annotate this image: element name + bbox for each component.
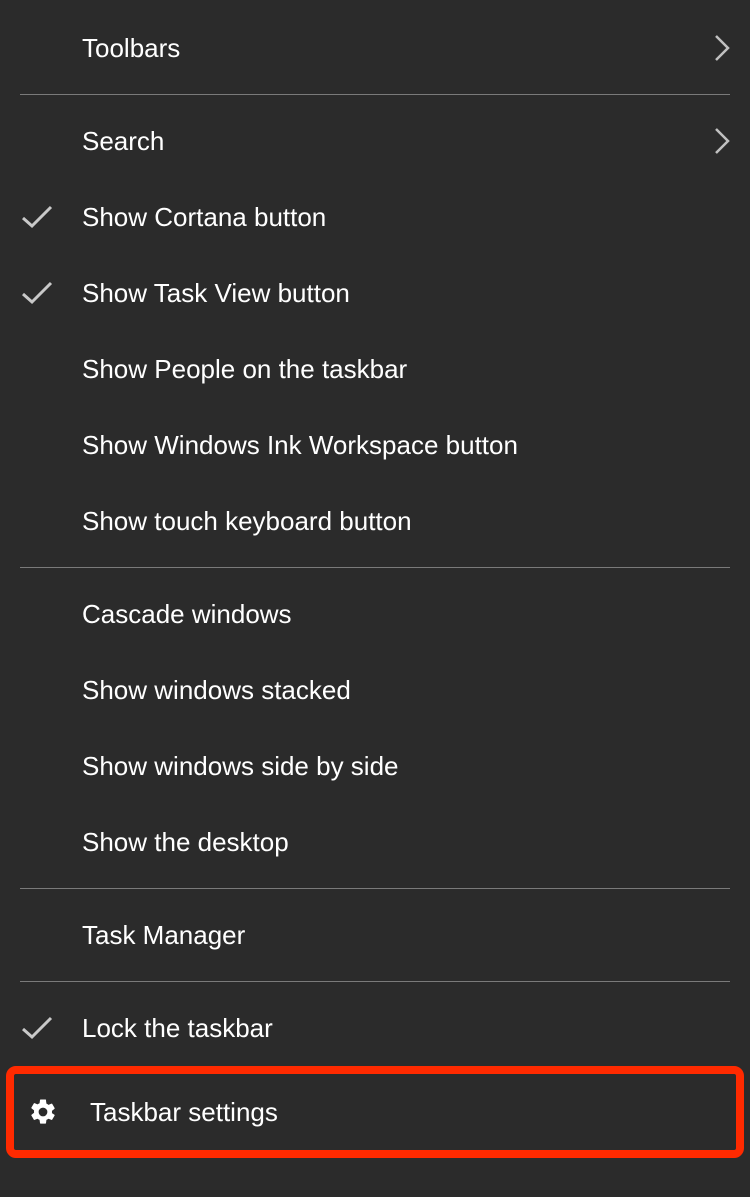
menu-item-label: Show windows side by side xyxy=(82,751,730,782)
menu-item-label: Cascade windows xyxy=(82,599,730,630)
menu-item-show-touch-keyboard[interactable]: Show touch keyboard button xyxy=(0,483,750,559)
menu-item-label: Show People on the taskbar xyxy=(82,354,730,385)
menu-item-show-cortana[interactable]: Show Cortana button xyxy=(0,179,750,255)
menu-item-taskbar-settings[interactable]: Taskbar settings xyxy=(14,1074,736,1150)
menu-item-label: Show touch keyboard button xyxy=(82,506,730,537)
menu-separator xyxy=(20,567,730,568)
menu-item-label: Taskbar settings xyxy=(90,1097,716,1128)
menu-separator xyxy=(20,888,730,889)
menu-item-label: Show the desktop xyxy=(82,827,730,858)
gear-icon xyxy=(28,1097,90,1127)
highlight-annotation: Taskbar settings xyxy=(6,1066,744,1158)
menu-item-search[interactable]: Search xyxy=(0,103,750,179)
menu-item-cascade[interactable]: Cascade windows xyxy=(0,576,750,652)
menu-item-task-manager[interactable]: Task Manager xyxy=(0,897,750,973)
check-icon xyxy=(20,204,82,230)
menu-item-label: Show Cortana button xyxy=(82,202,730,233)
taskbar-context-menu: Toolbars Search Show Cortana button Show… xyxy=(0,0,750,1158)
menu-item-stacked[interactable]: Show windows stacked xyxy=(0,652,750,728)
menu-item-show-ink[interactable]: Show Windows Ink Workspace button xyxy=(0,407,750,483)
menu-separator xyxy=(20,981,730,982)
menu-item-side-by-side[interactable]: Show windows side by side xyxy=(0,728,750,804)
menu-item-toolbars[interactable]: Toolbars xyxy=(0,10,750,86)
menu-item-label: Search xyxy=(82,126,700,157)
check-icon xyxy=(20,280,82,306)
menu-separator xyxy=(20,94,730,95)
menu-item-label: Toolbars xyxy=(82,33,700,64)
menu-item-show-people[interactable]: Show People on the taskbar xyxy=(0,331,750,407)
menu-item-label: Task Manager xyxy=(82,920,730,951)
menu-item-show-desktop[interactable]: Show the desktop xyxy=(0,804,750,880)
menu-item-label: Show windows stacked xyxy=(82,675,730,706)
menu-item-label: Show Windows Ink Workspace button xyxy=(82,430,730,461)
check-icon xyxy=(20,1015,82,1041)
chevron-right-icon xyxy=(700,34,730,62)
chevron-right-icon xyxy=(700,127,730,155)
menu-item-show-task-view[interactable]: Show Task View button xyxy=(0,255,750,331)
menu-item-label: Show Task View button xyxy=(82,278,730,309)
menu-item-lock-taskbar[interactable]: Lock the taskbar xyxy=(0,990,750,1066)
menu-item-label: Lock the taskbar xyxy=(82,1013,730,1044)
